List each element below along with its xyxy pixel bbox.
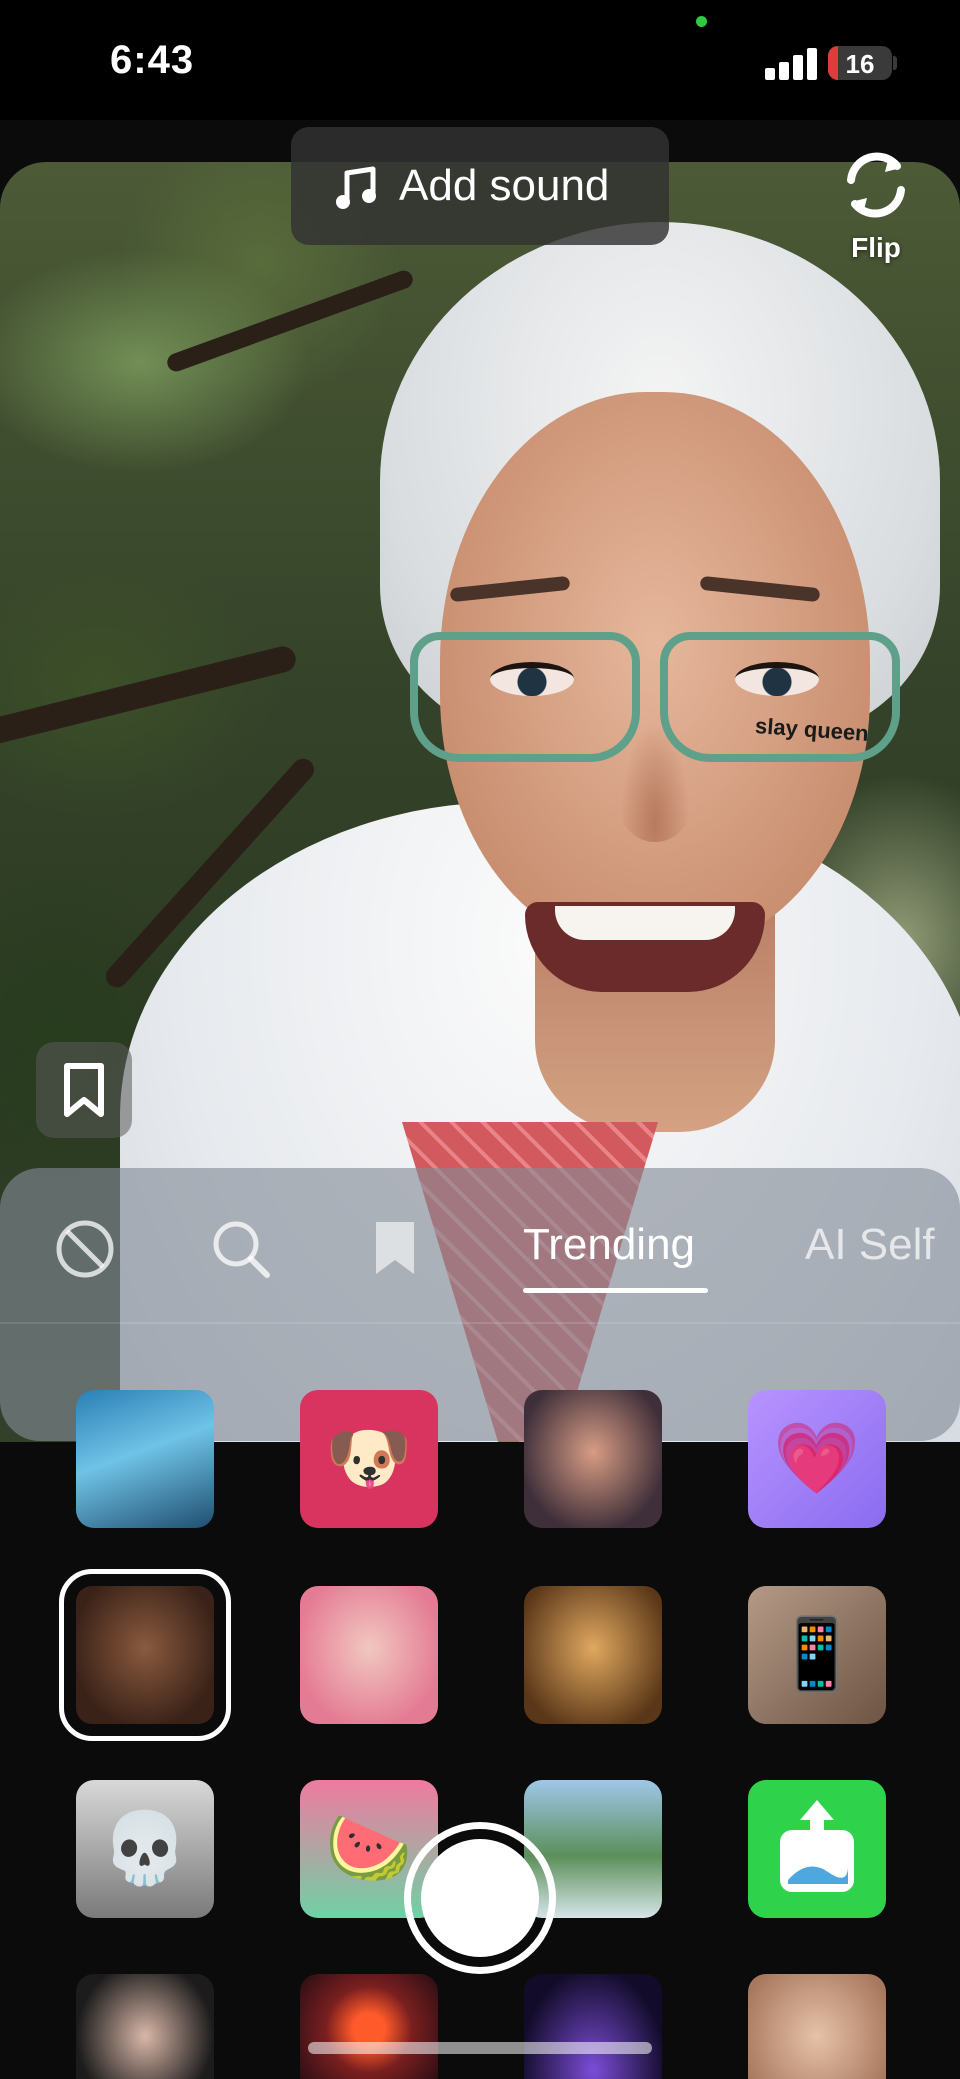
tab-ai-self[interactable]: AI Self	[805, 1220, 935, 1270]
tab-selected-indicator	[523, 1288, 708, 1293]
effects-grid: 🐶 💗 📱 💀 🍉	[0, 1390, 960, 2079]
battery-level: 16	[845, 49, 875, 79]
effect-night-scene[interactable]	[524, 1974, 662, 2079]
effect-white-mask[interactable]: 💀	[76, 1780, 214, 1918]
flip-label: Flip	[851, 232, 901, 263]
capture-button[interactable]	[404, 1822, 556, 1974]
search-icon	[213, 1221, 270, 1278]
upload-image-icon	[780, 1800, 854, 1892]
nose	[620, 722, 690, 842]
effect-glam-portrait[interactable]	[524, 1390, 662, 1528]
effect-green-screen-phone[interactable]: 📱	[748, 1586, 886, 1724]
add-sound-label: Add sound	[399, 161, 610, 210]
effect-waterfall[interactable]	[76, 1390, 214, 1528]
tab-trending[interactable]: Trending	[523, 1220, 695, 1270]
status-bar: 6:43 16	[0, 0, 960, 120]
eye-left	[490, 662, 574, 696]
save-effect-button[interactable]	[36, 1042, 132, 1138]
mouth	[525, 902, 765, 992]
tab-search[interactable]	[210, 1218, 272, 1285]
effect-dog-quiz[interactable]: 🐶	[300, 1390, 438, 1528]
phone-icon: 📱	[773, 1615, 861, 1693]
tab-saved[interactable]	[372, 1218, 418, 1283]
cellular-signal-icon	[765, 48, 821, 80]
battery-icon: 16	[828, 46, 892, 80]
teeth	[555, 906, 735, 940]
add-sound-button[interactable]: Add sound	[291, 127, 669, 245]
no-effect-icon	[56, 1220, 114, 1278]
flip-camera-icon	[847, 152, 905, 218]
flip-camera-button[interactable]: Flip	[830, 140, 922, 270]
capture-button-inner	[421, 1839, 539, 1957]
effect-upload-image[interactable]	[748, 1780, 886, 1918]
music-note-icon	[336, 166, 376, 209]
effect-close-up-face[interactable]	[748, 1974, 886, 2079]
eye-right	[735, 662, 819, 696]
bookmark-icon	[376, 1222, 414, 1274]
microphone-indicator-icon	[696, 16, 707, 27]
home-indicator[interactable]	[308, 2042, 652, 2054]
battery-nub	[893, 56, 897, 70]
effect-heart-pose[interactable]: 💗	[748, 1390, 886, 1528]
mask-icon: 💀	[101, 1809, 189, 1887]
effects-tab-bar: Trending AI Self	[0, 1168, 960, 1324]
status-time: 6:43	[110, 38, 195, 82]
dog-icon: 🐶	[325, 1419, 413, 1497]
effect-pink-hair[interactable]	[300, 1586, 438, 1724]
tab-no-effect[interactable]	[54, 1218, 116, 1285]
heart-icon: 💗	[773, 1419, 861, 1497]
effect-slay-queen[interactable]	[59, 1569, 231, 1741]
effect-dark-hair-portrait[interactable]	[76, 1974, 214, 2079]
effect-golden-skin[interactable]	[524, 1586, 662, 1724]
effect-sunset[interactable]	[300, 1974, 438, 2079]
bookmark-icon	[64, 1063, 104, 1117]
glasses-lens-left	[410, 632, 640, 762]
